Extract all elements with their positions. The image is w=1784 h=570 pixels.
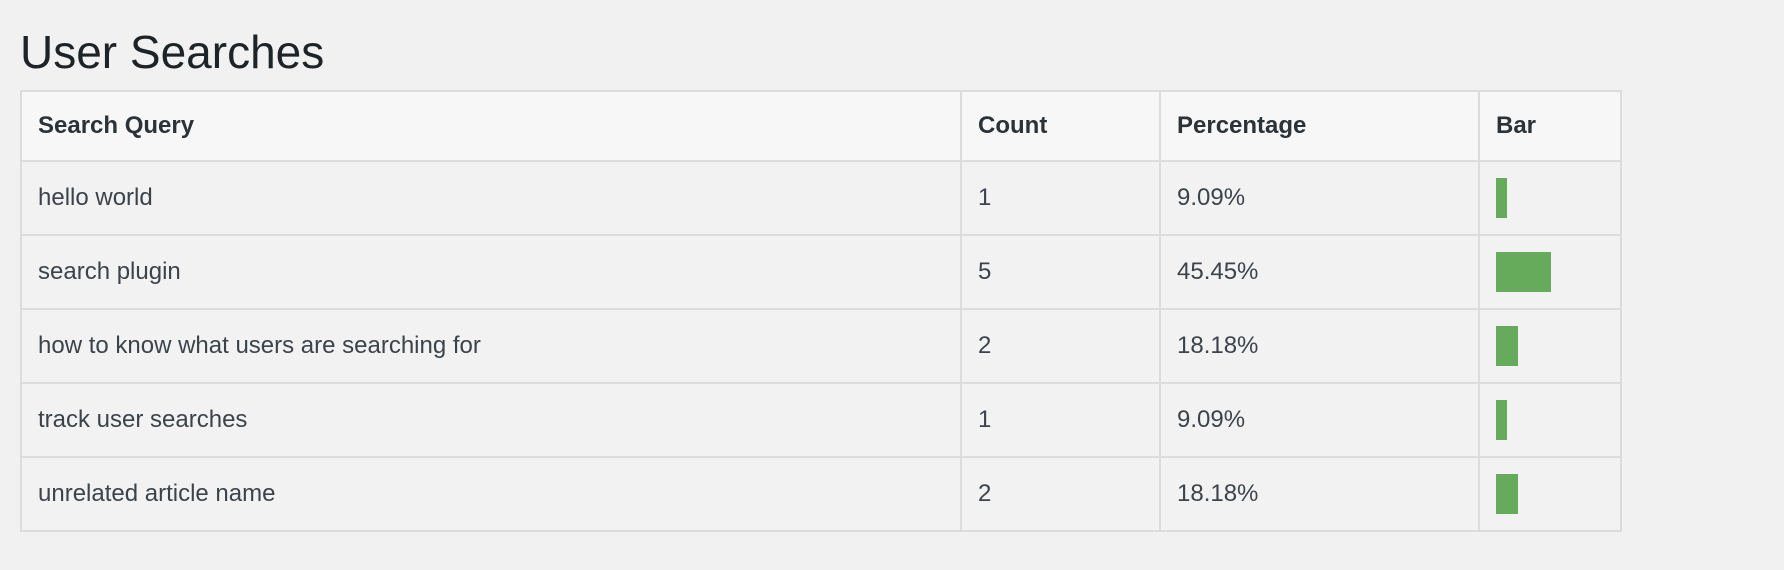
table-row: search plugin 5 45.45% [20,234,1622,310]
percentage-bar [1496,326,1518,366]
search-query-cell: track user searches [20,382,962,458]
bar-cell [1478,160,1622,236]
percentage-cell: 18.18% [1159,308,1480,384]
bar-track [1496,178,1616,218]
column-header-bar: Bar [1478,90,1622,162]
page: User Searches Search Query Count Percent… [0,0,1784,570]
table-row: unrelated article name 2 18.18% [20,456,1622,532]
count-cell: 2 [960,456,1161,532]
search-query-cell: search plugin [20,234,962,310]
table-body: hello world 1 9.09% search plugin 5 45.4… [20,160,1622,532]
table-row: track user searches 1 9.09% [20,382,1622,458]
table-row: hello world 1 9.09% [20,160,1622,236]
count-cell: 1 [960,160,1161,236]
percentage-bar [1496,400,1507,440]
bar-track [1496,400,1616,440]
percentage-cell: 9.09% [1159,160,1480,236]
bar-track [1496,326,1616,366]
bar-track [1496,252,1616,292]
column-header-search-query: Search Query [20,90,962,162]
percentage-cell: 9.09% [1159,382,1480,458]
percentage-bar [1496,252,1551,292]
count-cell: 2 [960,308,1161,384]
count-cell: 5 [960,234,1161,310]
percentage-cell: 45.45% [1159,234,1480,310]
bar-cell [1478,456,1622,532]
table-header: Search Query Count Percentage Bar [20,90,1622,162]
searches-table: Search Query Count Percentage Bar hello … [20,90,1622,532]
bar-track [1496,474,1616,514]
bar-cell [1478,382,1622,458]
percentage-bar [1496,474,1518,514]
search-query-cell: how to know what users are searching for [20,308,962,384]
table-row: how to know what users are searching for… [20,308,1622,384]
page-title: User Searches [20,26,325,78]
count-cell: 1 [960,382,1161,458]
bar-cell [1478,234,1622,310]
column-header-count: Count [960,90,1161,162]
table-header-row: Search Query Count Percentage Bar [20,90,1622,162]
column-header-percentage: Percentage [1159,90,1480,162]
searches-table-container: Search Query Count Percentage Bar hello … [20,90,1622,532]
percentage-cell: 18.18% [1159,456,1480,532]
bar-cell [1478,308,1622,384]
search-query-cell: unrelated article name [20,456,962,532]
percentage-bar [1496,178,1507,218]
search-query-cell: hello world [20,160,962,236]
